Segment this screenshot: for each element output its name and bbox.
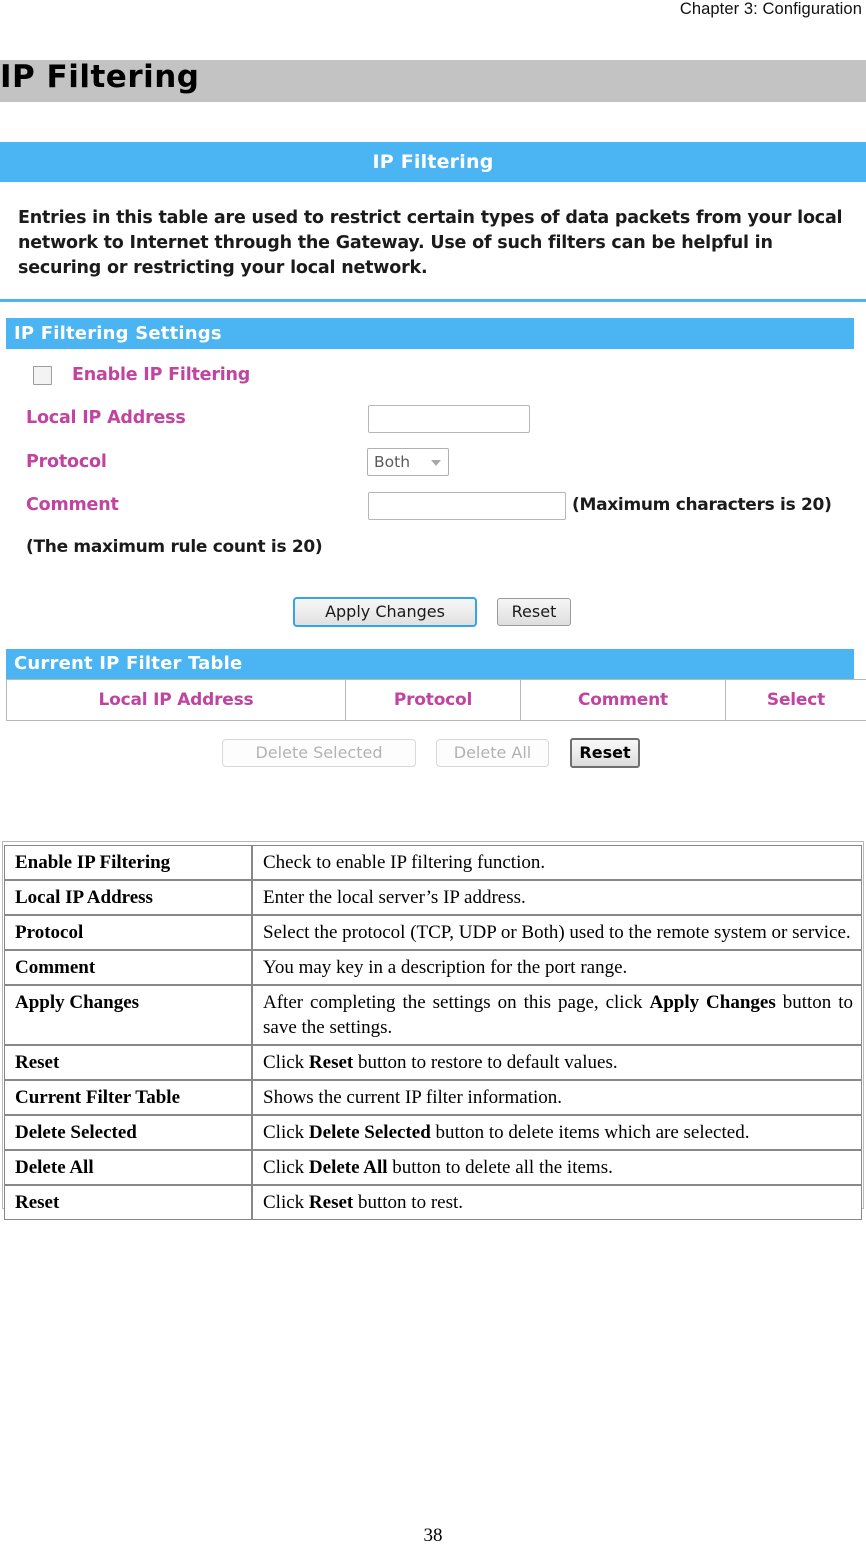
doc-table-key: Comment — [4, 950, 252, 985]
doc-table-description-emphasis: Reset — [308, 1192, 354, 1213]
protocol-select-value: Both — [374, 453, 411, 471]
page-title: IP Filtering — [0, 59, 200, 95]
doc-table-description-emphasis: Reset — [308, 1052, 354, 1073]
doc-table-description: Click Reset button to rest. — [252, 1185, 862, 1220]
ui-header-title: IP Filtering — [0, 142, 866, 182]
section-header-current-ip-filter-table: Current IP Filter Table — [6, 649, 854, 679]
doc-table-key: Reset — [4, 1045, 252, 1080]
doc-table-description-emphasis: Delete All — [308, 1157, 388, 1178]
doc-table-key: Delete Selected — [4, 1115, 252, 1150]
enable-ip-filtering-label: Enable IP Filtering — [72, 365, 251, 385]
doc-table-row: Local IP Address Enter the local server’s… — [4, 880, 862, 915]
ui-intro-text: Entries in this table are used to restri… — [18, 208, 843, 278]
doc-table-description: Click Delete All button to delete all th… — [252, 1150, 862, 1185]
doc-table-row: Protocol Select the protocol (TCP, UDP or… — [4, 915, 862, 950]
section-header-ip-filtering-settings: IP Filtering Settings — [6, 318, 854, 349]
doc-table-key: Enable IP Filtering — [4, 845, 252, 880]
doc-table-row: Current Filter Table Shows the current IP… — [4, 1080, 862, 1115]
column-header-local-ip-address: Local IP Address — [6, 679, 346, 721]
page-number: 38 — [423, 1525, 443, 1546]
local-ip-address-input[interactable] — [368, 405, 530, 433]
doc-table-description: Enter the local server’s IP address. — [252, 880, 862, 915]
doc-table-description: Check to enable IP filtering function. — [252, 845, 862, 880]
doc-table-description: Click Reset button to restore to default… — [252, 1045, 862, 1080]
enable-ip-filtering-checkbox[interactable] — [33, 366, 52, 385]
documentation-table: Enable IP Filtering Check to enable IP fi… — [4, 845, 862, 1220]
doc-table-description: Shows the current IP filter information. — [252, 1080, 862, 1115]
row-rule-count-note: (The maximum rule count is 20) — [0, 535, 866, 569]
row-comment: Comment (Maximum characters is 20) — [0, 492, 866, 527]
chapter-running-header: Chapter 3: Configuration — [679, 0, 862, 18]
doc-table-description-emphasis: Delete Selected — [308, 1122, 431, 1143]
delete-all-button[interactable]: Delete All — [436, 739, 549, 767]
row-enable-ip-filtering: Enable IP Filtering — [0, 363, 866, 397]
column-header-select: Select — [725, 679, 866, 721]
doc-table-row: Delete Selected Click Delete Selected but… — [4, 1115, 862, 1150]
row-local-ip-address: Local IP Address — [0, 405, 866, 440]
doc-table-row: Reset Click Reset button to rest. — [4, 1185, 862, 1220]
doc-table-key: Protocol — [4, 915, 252, 950]
current-ip-filter-table: Local IP Address Protocol Comment Select — [6, 679, 866, 721]
row-settings-buttons: Apply Changes Reset — [0, 597, 866, 633]
rule-count-note: (The maximum rule count is 20) — [26, 537, 323, 557]
doc-table-row: Comment You may key in a description for … — [4, 950, 862, 985]
delete-selected-button[interactable]: Delete Selected — [222, 739, 416, 767]
reset-button-settings[interactable]: Reset — [497, 598, 571, 626]
doc-table-key: Current Filter Table — [4, 1080, 252, 1115]
chevron-down-icon — [431, 460, 441, 466]
doc-table-key: Local IP Address — [4, 880, 252, 915]
doc-table-key: Apply Changes — [4, 985, 252, 1045]
protocol-select[interactable]: Both — [367, 448, 449, 476]
doc-table-row: Enable IP Filtering Check to enable IP fi… — [4, 845, 862, 880]
doc-table-row: Apply Changes After completing the settin… — [4, 985, 862, 1045]
ip-filtering-settings-body: Enable IP Filtering Local IP Address Pro… — [0, 349, 866, 649]
router-web-ui: IP Filtering Entries in this table are u… — [0, 142, 866, 781]
doc-table-description-emphasis: Apply Changes — [649, 992, 776, 1013]
doc-table-key: Reset — [4, 1185, 252, 1220]
comment-input[interactable] — [368, 492, 566, 520]
protocol-label: Protocol — [26, 452, 107, 472]
reset-button-table[interactable]: Reset — [570, 738, 640, 768]
page-title-banner: IP Filtering — [0, 59, 866, 102]
doc-table-description: Click Delete Selected button to delete i… — [252, 1115, 862, 1150]
comment-label: Comment — [26, 495, 119, 515]
apply-changes-button[interactable]: Apply Changes — [293, 597, 477, 627]
doc-table-row: Reset Click Reset button to restore to de… — [4, 1045, 862, 1080]
comment-max-chars-hint: (Maximum characters is 20) — [572, 495, 832, 515]
column-header-protocol: Protocol — [345, 679, 521, 721]
doc-table-description: Select the protocol (TCP, UDP or Both) u… — [252, 915, 862, 950]
doc-table-description: You may key in a description for the por… — [252, 950, 862, 985]
row-protocol: Protocol Both — [0, 448, 866, 484]
filter-table-header-row: Local IP Address Protocol Comment Select — [6, 679, 866, 721]
local-ip-address-label: Local IP Address — [26, 408, 186, 428]
doc-table-description: After completing the settings on this pa… — [252, 985, 862, 1045]
column-header-comment: Comment — [520, 679, 726, 721]
doc-table-key: Delete All — [4, 1150, 252, 1185]
filter-table-actions: Delete Selected Delete All Reset — [0, 721, 866, 781]
doc-table-row: Delete All Click Delete All button to del… — [4, 1150, 862, 1185]
